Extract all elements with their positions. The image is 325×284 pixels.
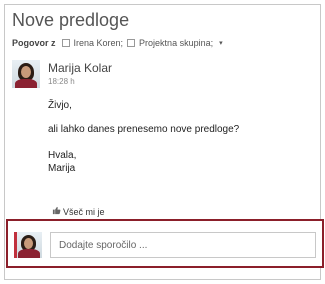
participant-name: Irena Koren;: [73, 38, 124, 48]
like-label: Všeč mi je: [63, 206, 105, 217]
message-line: ali lahko danes prenesemo nove predloge?: [48, 124, 240, 135]
message-line: Živjo,: [48, 100, 72, 111]
compose-box: [6, 219, 324, 268]
message-time: 18:28 h: [48, 77, 75, 86]
conversation-label: Pogovor z: [12, 38, 56, 48]
thumbs-up-icon: [52, 206, 61, 217]
participant-project-group[interactable]: Projektna skupina;: [127, 38, 213, 48]
message-input[interactable]: [50, 232, 316, 258]
participant-name: Projektna skupina;: [139, 38, 214, 48]
person-icon: [61, 39, 70, 47]
group-icon: [127, 39, 136, 47]
author-avatar[interactable]: [12, 60, 40, 88]
message-author[interactable]: Marija Kolar: [48, 61, 112, 75]
message-line: Marija: [48, 163, 76, 174]
like-button[interactable]: Všeč mi je: [52, 206, 105, 217]
message-line: Hvala,: [48, 150, 77, 161]
chevron-down-icon[interactable]: ▾: [219, 39, 223, 47]
current-user-avatar: [16, 232, 42, 258]
presence-indicator: [14, 232, 17, 258]
participant-irena[interactable]: Irena Koren;: [61, 38, 124, 48]
participants-row: Pogovor z Irena Koren; Projektna skupina…: [12, 38, 317, 48]
page-title: Nove predloge: [12, 10, 130, 30]
